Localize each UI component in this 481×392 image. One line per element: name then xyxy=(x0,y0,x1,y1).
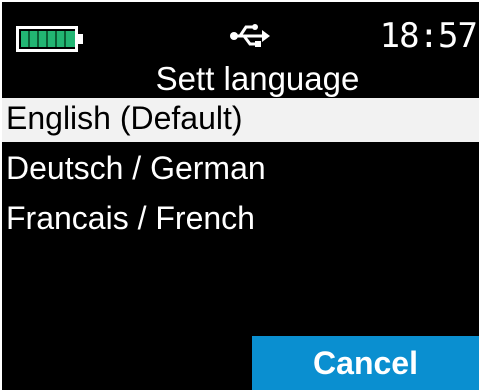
language-list: English (Default) Deutsch / German Franc… xyxy=(2,98,479,242)
usb-icon xyxy=(228,22,270,50)
clock-time: 18:57 xyxy=(379,16,478,56)
language-item-english[interactable]: English (Default) xyxy=(2,98,479,142)
device-screen: 18:57 Sett language English (Default) De… xyxy=(2,2,479,390)
language-item-german[interactable]: Deutsch / German xyxy=(2,148,479,192)
cancel-button[interactable]: Cancel xyxy=(252,336,479,390)
page-title: Sett language xyxy=(155,60,360,97)
battery-icon xyxy=(16,26,84,52)
language-item-french[interactable]: Francais / French xyxy=(2,198,479,242)
